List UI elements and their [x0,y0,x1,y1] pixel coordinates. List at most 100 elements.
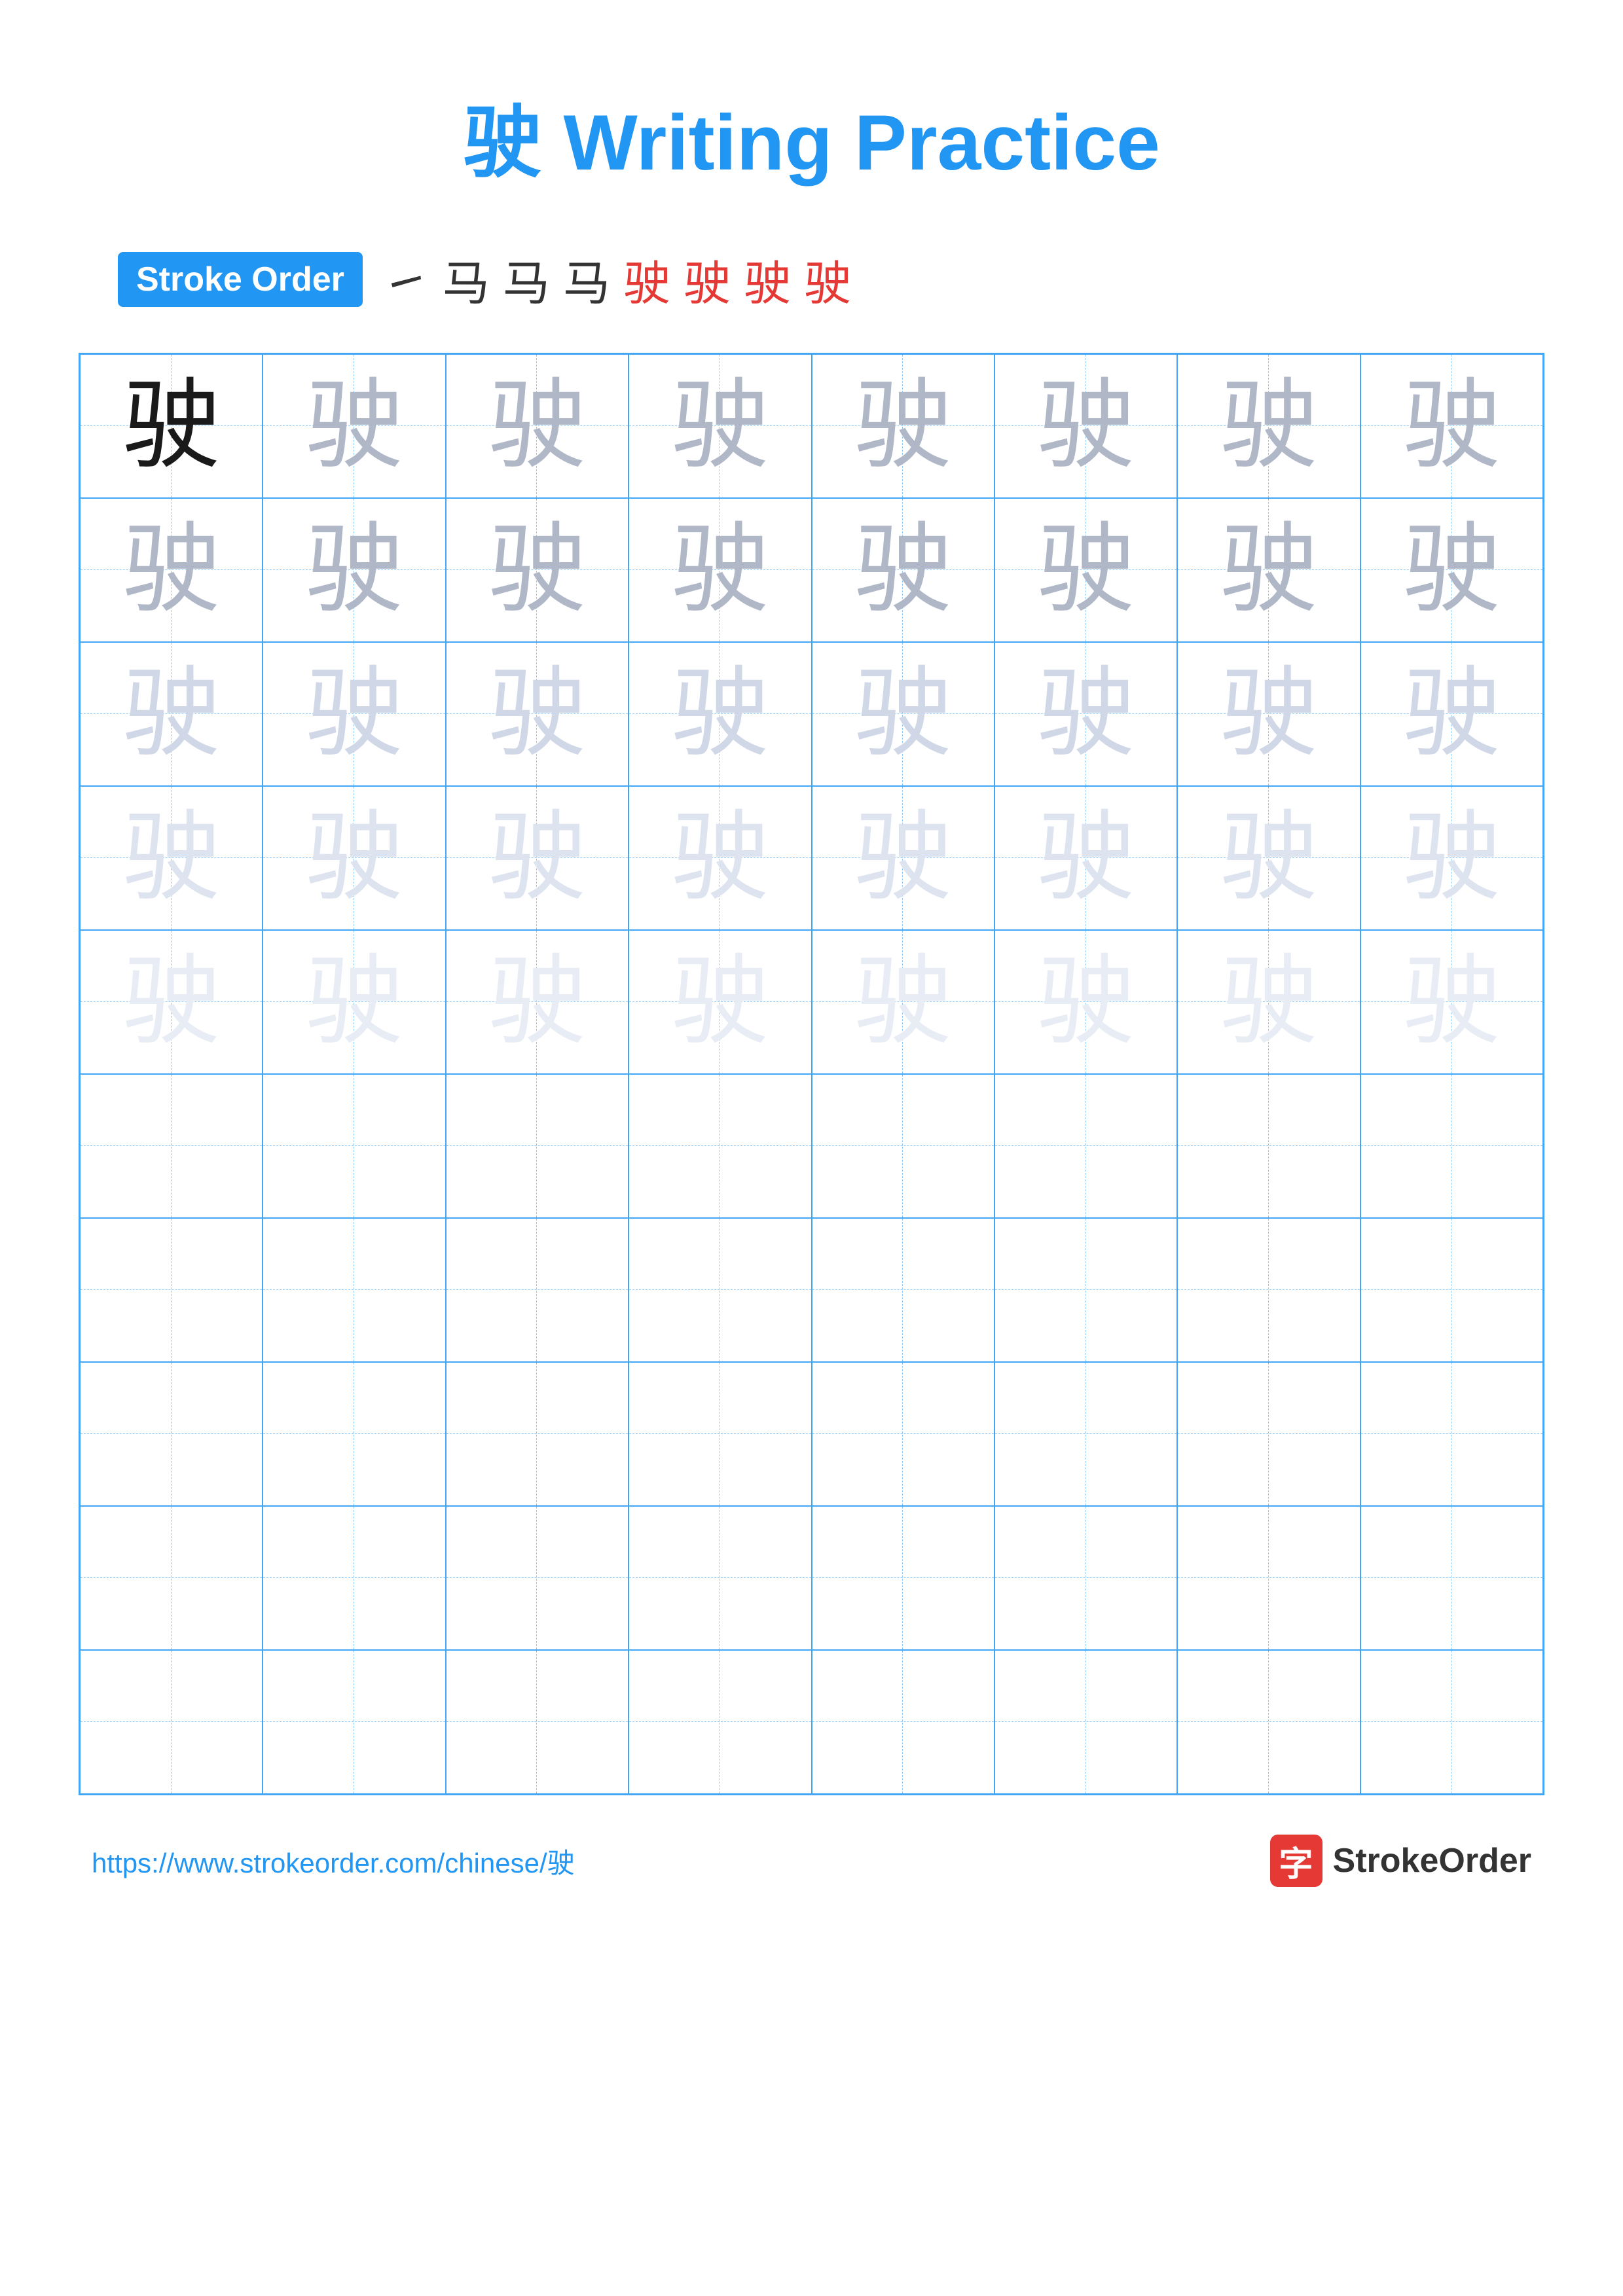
grid-cell-r7-c5[interactable] [812,1218,994,1362]
char-r2-c3: 驶 [488,521,586,619]
grid-cell-r10-c6[interactable] [994,1650,1177,1794]
char-r3-c2: 驶 [305,665,403,763]
grid-cell-r2-c7[interactable]: 驶 [1177,498,1360,642]
grid-cell-r4-c2[interactable]: 驶 [263,786,445,930]
grid-cell-r4-c6[interactable]: 驶 [994,786,1177,930]
grid-cell-r8-c3[interactable] [446,1362,629,1506]
grid-cell-r8-c4[interactable] [629,1362,811,1506]
grid-cell-r2-c2[interactable]: 驶 [263,498,445,642]
grid-cell-r10-c4[interactable] [629,1650,811,1794]
grid-cell-r9-c2[interactable] [263,1506,445,1650]
grid-cell-r2-c8[interactable]: 驶 [1360,498,1543,642]
grid-cell-r3-c3[interactable]: 驶 [446,642,629,786]
grid-cell-r1-c5[interactable]: 驶 [812,354,994,498]
grid-cell-r8-c7[interactable] [1177,1362,1360,1506]
grid-cell-r1-c8[interactable]: 驶 [1360,354,1543,498]
grid-cell-r10-c1[interactable] [80,1650,263,1794]
grid-cell-r1-c2[interactable]: 驶 [263,354,445,498]
grid-cell-r8-c1[interactable] [80,1362,263,1506]
char-r2-c1: 驶 [122,521,221,619]
grid-cell-r4-c7[interactable]: 驶 [1177,786,1360,930]
grid-cell-r5-c5[interactable]: 驶 [812,930,994,1074]
grid-cell-r3-c6[interactable]: 驶 [994,642,1177,786]
grid-cell-r7-c2[interactable] [263,1218,445,1362]
grid-cell-r8-c5[interactable] [812,1362,994,1506]
grid-cell-r4-c5[interactable]: 驶 [812,786,994,930]
grid-cell-r3-c4[interactable]: 驶 [629,642,811,786]
grid-cell-r9-c5[interactable] [812,1506,994,1650]
grid-cell-r7-c3[interactable] [446,1218,629,1362]
grid-cell-r9-c3[interactable] [446,1506,629,1650]
grid-cell-r10-c5[interactable] [812,1650,994,1794]
char-r4-c3: 驶 [488,809,586,907]
grid-cell-r1-c1[interactable]: 驶 [80,354,263,498]
grid-cell-r7-c1[interactable] [80,1218,263,1362]
grid-cell-r5-c3[interactable]: 驶 [446,930,629,1074]
char-r2-c4: 驶 [671,521,769,619]
grid-cell-r6-c6[interactable] [994,1074,1177,1218]
grid-cell-r10-c3[interactable] [446,1650,629,1794]
grid-cell-r6-c7[interactable] [1177,1074,1360,1218]
grid-cell-r7-c4[interactable] [629,1218,811,1362]
grid-cell-r5-c7[interactable]: 驶 [1177,930,1360,1074]
grid-cell-r5-c8[interactable]: 驶 [1360,930,1543,1074]
grid-cell-r4-c8[interactable]: 驶 [1360,786,1543,930]
stroke-seq-4: 马 [563,245,610,314]
char-r3-c8: 驶 [1402,665,1501,763]
char-r1-c8: 驶 [1402,377,1501,475]
grid-cell-r3-c8[interactable]: 驶 [1360,642,1543,786]
char-r3-c5: 驶 [854,665,952,763]
grid-cell-r6-c1[interactable] [80,1074,263,1218]
grid-cell-r10-c2[interactable] [263,1650,445,1794]
grid-cell-r5-c2[interactable]: 驶 [263,930,445,1074]
grid-cell-r8-c8[interactable] [1360,1362,1543,1506]
grid-cell-r1-c7[interactable]: 驶 [1177,354,1360,498]
grid-cell-r6-c3[interactable] [446,1074,629,1218]
grid-cell-r3-c1[interactable]: 驶 [80,642,263,786]
stroke-sequence: ㇀ 马 马 马 驶 驶 驶 驶 [382,245,851,314]
grid-cell-r3-c7[interactable]: 驶 [1177,642,1360,786]
char-r1-c7: 驶 [1220,377,1318,475]
grid-cell-r6-c5[interactable] [812,1074,994,1218]
char-r2-c2: 驶 [305,521,403,619]
grid-cell-r2-c4[interactable]: 驶 [629,498,811,642]
char-r1-c2: 驶 [305,377,403,475]
grid-cell-r9-c8[interactable] [1360,1506,1543,1650]
grid-cell-r2-c3[interactable]: 驶 [446,498,629,642]
grid-cell-r10-c7[interactable] [1177,1650,1360,1794]
grid-cell-r4-c1[interactable]: 驶 [80,786,263,930]
grid-cell-r6-c2[interactable] [263,1074,445,1218]
grid-cell-r1-c6[interactable]: 驶 [994,354,1177,498]
grid-cell-r3-c2[interactable]: 驶 [263,642,445,786]
grid-cell-r1-c4[interactable]: 驶 [629,354,811,498]
grid-cell-r2-c1[interactable]: 驶 [80,498,263,642]
grid-cell-r6-c8[interactable] [1360,1074,1543,1218]
grid-cell-r9-c7[interactable] [1177,1506,1360,1650]
grid-cell-r3-c5[interactable]: 驶 [812,642,994,786]
stroke-seq-8: 驶 [804,245,851,314]
grid-cell-r7-c7[interactable] [1177,1218,1360,1362]
char-r1-c1: 驶 [122,377,221,475]
char-r2-c7: 驶 [1220,521,1318,619]
grid-cell-r9-c6[interactable] [994,1506,1177,1650]
grid-cell-r1-c3[interactable]: 驶 [446,354,629,498]
grid-cell-r4-c4[interactable]: 驶 [629,786,811,930]
grid-cell-r5-c4[interactable]: 驶 [629,930,811,1074]
grid-cell-r2-c6[interactable]: 驶 [994,498,1177,642]
grid-cell-r8-c6[interactable] [994,1362,1177,1506]
practice-grid: 驶 驶 驶 驶 驶 驶 驶 驶 驶 驶 驶 驶 驶 驶 驶 驶 [79,353,1544,1795]
grid-cell-r5-c6[interactable]: 驶 [994,930,1177,1074]
grid-cell-r6-c4[interactable] [629,1074,811,1218]
grid-cell-r9-c4[interactable] [629,1506,811,1650]
grid-cell-r2-c5[interactable]: 驶 [812,498,994,642]
grid-cell-r4-c3[interactable]: 驶 [446,786,629,930]
grid-cell-r9-c1[interactable] [80,1506,263,1650]
grid-cell-r10-c8[interactable] [1360,1650,1543,1794]
stroke-order-row: Stroke Order ㇀ 马 马 马 驶 驶 驶 驶 [118,245,851,314]
char-r3-c1: 驶 [122,665,221,763]
grid-cell-r5-c1[interactable]: 驶 [80,930,263,1074]
grid-cell-r7-c8[interactable] [1360,1218,1543,1362]
page-title: 驶 Writing Practice [463,79,1160,192]
grid-cell-r8-c2[interactable] [263,1362,445,1506]
grid-cell-r7-c6[interactable] [994,1218,1177,1362]
